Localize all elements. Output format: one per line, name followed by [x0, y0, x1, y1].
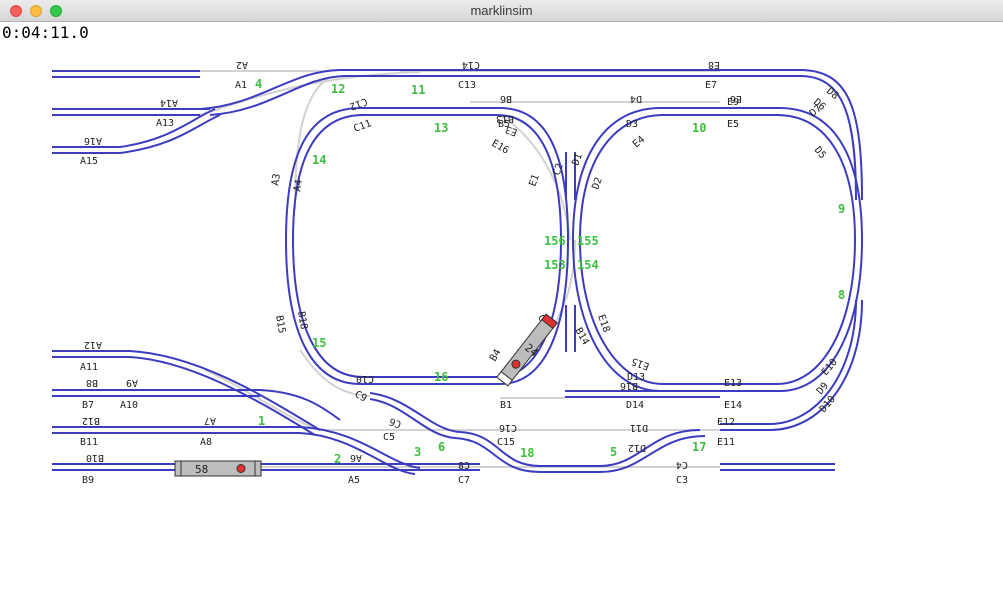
sensor-label: D10 — [818, 394, 838, 415]
active-tracks — [52, 69, 864, 475]
sensor-label: A5 — [348, 475, 360, 486]
sensor-label: D8 — [824, 86, 840, 102]
sensor-label: C7 — [458, 475, 470, 486]
sensor-label: E4 — [631, 134, 647, 150]
sensor-label: C13 — [458, 80, 476, 91]
sensor-label: A11 — [80, 362, 98, 373]
sensor-label: C10 — [356, 373, 374, 384]
sensor-label: A12 — [84, 339, 102, 350]
sensor-label: A8 — [200, 437, 212, 448]
sensor-label: C12 — [348, 95, 369, 112]
sensor-label: D3 — [626, 119, 638, 130]
sensor-label: B13 — [496, 113, 514, 124]
sensor-label: E1 — [527, 173, 541, 188]
sensor-label: C8 — [458, 459, 470, 470]
sensor-label: E11 — [717, 437, 735, 448]
sensor-label: C14 — [462, 59, 480, 70]
sensor-label: E5 — [727, 119, 739, 130]
window-title: marklinsim — [470, 3, 533, 18]
block-3: 3 — [414, 445, 421, 459]
sensor-label: E12 — [717, 417, 735, 428]
sensor-label: E8 — [708, 59, 720, 70]
sensor-label: D2 — [590, 176, 604, 191]
train-58-head-icon — [236, 464, 246, 473]
block-12: 12 — [331, 82, 345, 96]
block-4: 4 — [255, 77, 262, 91]
block-1: 1 — [258, 414, 265, 428]
train-24[interactable]: 24 — [496, 313, 560, 388]
block-11: 11 — [411, 83, 425, 97]
block-2: 2 — [334, 452, 341, 466]
sensor-label: D11 — [630, 422, 648, 433]
sensor-label: D14 — [626, 400, 644, 411]
sensor-label: E6 — [730, 93, 742, 104]
block-18: 18 — [520, 446, 534, 460]
block-16: 16 — [434, 370, 448, 384]
sensor-label: E16 — [490, 138, 511, 157]
block-9: 9 — [838, 202, 845, 216]
block-156: 156 — [544, 234, 566, 248]
train-58-label: 58 — [195, 463, 208, 476]
sensor-label: C9 — [353, 389, 369, 405]
sensor-label: C15 — [497, 437, 515, 448]
sensor-label: A9 — [126, 377, 138, 388]
sensor-label: B9 — [82, 475, 94, 486]
sensor-label: B4 — [488, 348, 504, 364]
sensor-label: A1 — [235, 80, 247, 91]
sensor-label: C2 — [551, 162, 565, 177]
sensor-label: A6 — [350, 452, 362, 463]
sensor-label: C3 — [676, 475, 688, 486]
block-10: 10 — [692, 121, 706, 135]
sensor-label: B12 — [82, 415, 100, 426]
sensor-label: D12 — [628, 442, 646, 453]
sensor-label: E14 — [724, 400, 742, 411]
block-numbers: 1 2 3 4 5 6 8 9 10 11 12 13 14 15 16 17 … — [255, 77, 845, 466]
sensor-label: A15 — [80, 156, 98, 167]
sensor-label: C16 — [499, 422, 517, 433]
track-layout-canvas[interactable]: 1 2 3 4 5 6 8 9 10 11 12 13 14 15 16 17 … — [0, 22, 1003, 603]
sensor-label: B7 — [82, 400, 94, 411]
sensor-label: C11 — [352, 118, 373, 135]
sensor-label: E7 — [705, 80, 717, 91]
sensor-labels: A1 A5 A8 A10 A11 A13 A15 B1 B5 B7 B9 B11… — [80, 80, 840, 486]
block-15: 15 — [312, 336, 326, 350]
sensor-label: A16 — [84, 135, 102, 146]
train-58[interactable]: 58 — [174, 460, 262, 477]
block-14: 14 — [312, 153, 326, 167]
sensor-label: B16 — [620, 380, 638, 391]
sensor-label: D5 — [812, 145, 828, 161]
sensor-label: E13 — [724, 378, 742, 389]
sensor-label: E15 — [630, 355, 651, 372]
block-154: 154 — [577, 258, 599, 272]
sensor-label: A3 — [270, 173, 283, 187]
sensor-label: A10 — [120, 400, 138, 411]
sensor-label: B6 — [500, 93, 512, 104]
sensor-label: B11 — [80, 437, 98, 448]
block-155: 155 — [577, 234, 599, 248]
sensor-label: B8 — [86, 377, 98, 388]
block-5: 5 — [610, 445, 617, 459]
block-6: 6 — [438, 440, 445, 454]
block-8: 8 — [838, 288, 845, 302]
sensor-label: C6 — [388, 415, 403, 429]
sensor-label: B10 — [86, 452, 104, 463]
sensor-label: C4 — [676, 459, 688, 470]
sensor-label: A13 — [156, 118, 174, 129]
app-window: marklinsim 0:04:11.0 1 2 3 4 5 6 8 9 10 … — [0, 0, 1003, 603]
sensor-label: D1 — [570, 152, 584, 167]
sensor-label: A14 — [160, 97, 178, 108]
sensor-label: D4 — [630, 93, 642, 104]
block-13: 13 — [434, 121, 448, 135]
title-bar[interactable]: marklinsim — [0, 0, 1003, 22]
sensor-label: C5 — [383, 432, 395, 443]
sensor-label: B1 — [500, 400, 512, 411]
block-153: 153 — [544, 258, 566, 272]
sensor-label: A2 — [236, 59, 248, 70]
sensor-label: A7 — [204, 415, 216, 426]
sensor-label: A4 — [292, 179, 305, 193]
sensor-label: B15 — [273, 315, 287, 335]
block-17: 17 — [692, 440, 706, 454]
